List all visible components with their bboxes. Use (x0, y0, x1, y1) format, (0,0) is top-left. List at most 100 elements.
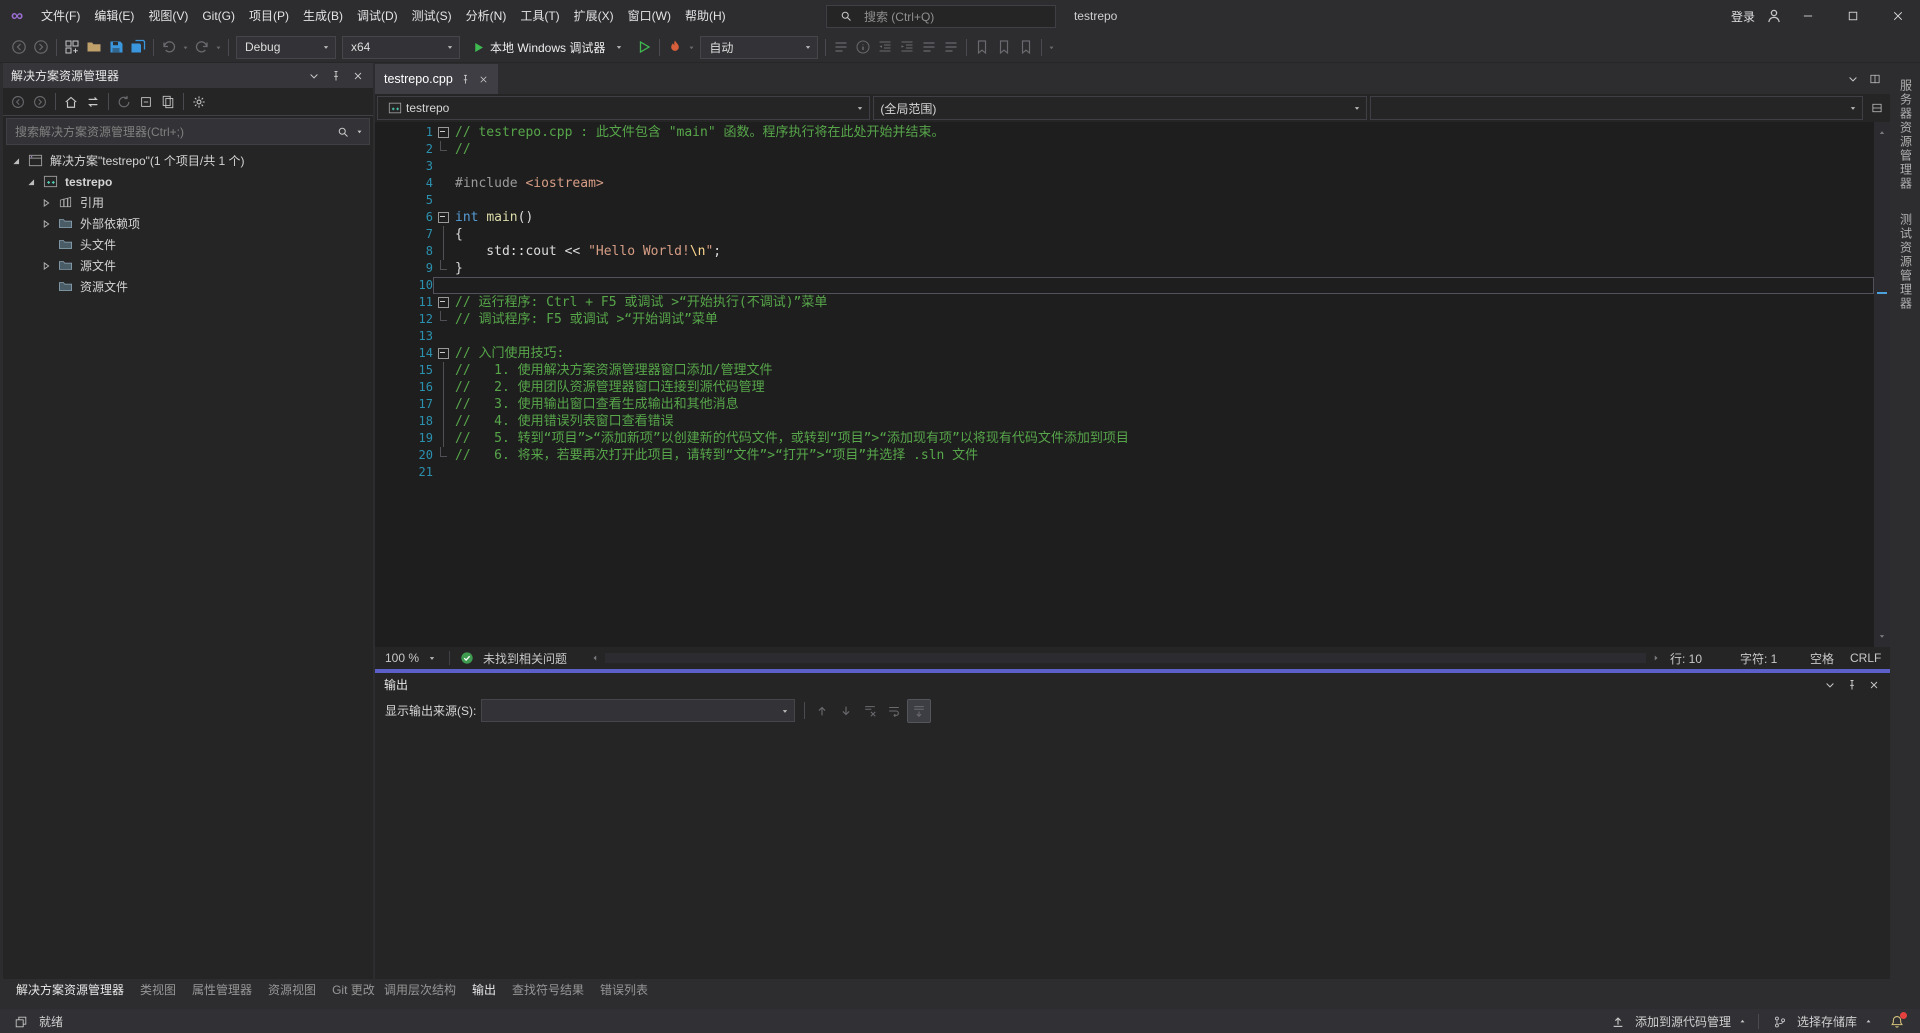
tree-expander-closed-icon[interactable] (37, 216, 54, 232)
goto-next-message-icon[interactable] (835, 700, 857, 722)
tree-expander-closed-icon[interactable] (37, 195, 54, 211)
refresh-icon[interactable] (113, 91, 135, 113)
toolbar-options-icon[interactable] (1046, 36, 1057, 58)
select-repository-button[interactable]: 选择存储库 (1763, 1011, 1880, 1033)
nav-project-select[interactable]: testrepo (377, 96, 870, 120)
code-line-20[interactable]: 20// 6. 将来，若要再次打开此项目，请转到“文件”>“打开”>“项目”并选… (375, 447, 1874, 464)
tree-expander-open-icon[interactable] (22, 174, 39, 190)
hscroll-right-arrow-icon[interactable] (1648, 653, 1664, 663)
window-layout-icon[interactable] (61, 36, 83, 58)
menu-item-10[interactable]: 扩展(X) (567, 0, 621, 32)
window-position-chevron-icon[interactable] (1819, 674, 1841, 696)
undo-icon[interactable] (158, 36, 180, 58)
code-line-9[interactable]: 9} (375, 260, 1874, 277)
save-icon[interactable] (105, 36, 127, 58)
redo-icon[interactable] (191, 36, 213, 58)
home-icon[interactable] (60, 91, 82, 113)
code-line-16[interactable]: 16// 2. 使用团队资源管理器窗口连接到源代码管理 (375, 379, 1874, 396)
code-line-6[interactable]: 6int main() (375, 209, 1874, 226)
code-line-19[interactable]: 19// 5. 转到“项目”>“添加新项”以创建新的代码文件，或转到“项目”>“… (375, 430, 1874, 447)
properties-icon[interactable] (188, 91, 210, 113)
se-forward-icon[interactable] (29, 91, 51, 113)
split-editor-handle-icon[interactable] (1866, 97, 1888, 119)
code-editor[interactable]: 1// testrepo.cpp : 此文件包含 "main" 函数。程序执行将… (375, 122, 1890, 647)
output-source-select[interactable] (481, 699, 795, 722)
side-tab-0[interactable]: 服务器资源管理器 (1898, 79, 1915, 191)
menu-item-8[interactable]: 分析(N) (459, 0, 514, 32)
nav-scope-select[interactable]: (全局范围) (873, 96, 1366, 120)
zoom-select[interactable]: 100 % (379, 651, 443, 665)
spaces-indicator[interactable]: 空格 (1810, 650, 1844, 667)
code-line-1[interactable]: 1// testrepo.cpp : 此文件包含 "main" 函数。程序执行将… (375, 124, 1874, 141)
close-icon[interactable] (478, 68, 489, 90)
menu-item-0[interactable]: 文件(F) (34, 0, 87, 32)
menu-item-9[interactable]: 工具(T) (513, 0, 566, 32)
editor-tab-testrepo-cpp[interactable]: testrepo.cpp (375, 64, 498, 94)
hscroll-left-arrow-icon[interactable] (587, 653, 603, 663)
save-all-icon[interactable] (127, 36, 149, 58)
output-content[interactable] (375, 725, 1890, 979)
comment-selection-icon[interactable] (918, 36, 940, 58)
tree-item-0[interactable]: 解决方案"testrepo"(1 个项目/共 1 个) (3, 150, 373, 171)
editor-layout-icon[interactable] (1864, 68, 1886, 90)
fold-toggle-icon[interactable] (438, 297, 449, 308)
sign-in-button[interactable]: 登录 (1731, 8, 1755, 25)
member-list-icon[interactable] (830, 36, 852, 58)
indent-increase-icon[interactable] (896, 36, 918, 58)
start-debugging-button[interactable]: 本地 Windows 调试器 (465, 36, 631, 58)
code-line-11[interactable]: 11// 运行程序: Ctrl + F5 或调试 >“开始执行(不调试)”菜单 (375, 294, 1874, 311)
add-to-source-control-button[interactable]: 添加到源代码管理 (1601, 1011, 1754, 1033)
open-file-icon[interactable] (83, 36, 105, 58)
solution-configuration-select[interactable]: Debug (236, 36, 336, 59)
menu-item-12[interactable]: 帮助(H) (678, 0, 733, 32)
fold-toggle-icon[interactable] (438, 212, 449, 223)
collapse-all-icon[interactable] (135, 91, 157, 113)
show-all-files-icon[interactable] (157, 91, 179, 113)
undo-options-chevron-icon[interactable] (180, 36, 191, 58)
watch-mode-select[interactable]: 自动 (700, 36, 818, 59)
solution-platform-select[interactable]: x64 (342, 36, 460, 59)
horizontal-scrollbar[interactable] (605, 653, 1646, 663)
left-panel-tab-3[interactable]: 资源视图 (260, 979, 324, 1001)
code-line-14[interactable]: 14// 入门使用技巧: (375, 345, 1874, 362)
bottom-panel-tab-1[interactable]: 输出 (464, 979, 504, 1001)
left-panel-tab-0[interactable]: 解决方案资源管理器 (8, 979, 132, 1001)
window-position-chevron-icon[interactable] (303, 65, 325, 87)
menu-item-2[interactable]: 视图(V) (141, 0, 195, 32)
scroll-up-arrow-icon[interactable] (1877, 122, 1888, 144)
clear-all-icon[interactable] (859, 700, 881, 722)
code-line-8[interactable]: 8 std::cout << "Hello World!\n"; (375, 243, 1874, 260)
menu-item-1[interactable]: 编辑(E) (87, 0, 141, 32)
parameter-info-icon[interactable] (852, 36, 874, 58)
code-line-18[interactable]: 18// 4. 使用错误列表窗口查看错误 (375, 413, 1874, 430)
tree-item-3[interactable]: 外部依赖项 (3, 213, 373, 234)
tree-expander-closed-icon[interactable] (37, 258, 54, 274)
se-back-icon[interactable] (7, 91, 29, 113)
previous-bookmark-icon[interactable] (993, 36, 1015, 58)
word-wrap-icon[interactable] (883, 700, 905, 722)
menu-item-3[interactable]: Git(G) (195, 0, 242, 32)
solution-explorer-search-box[interactable]: 搜索解决方案资源管理器(Ctrl+;) (6, 118, 370, 145)
code-line-21[interactable]: 21 (375, 464, 1874, 481)
maximize-button[interactable] (1830, 0, 1875, 32)
document-health-indicator[interactable]: 未找到相关问题 (456, 647, 567, 669)
quick-search-box[interactable]: 搜索 (Ctrl+Q) (826, 5, 1056, 28)
uncomment-selection-icon[interactable] (940, 36, 962, 58)
code-area[interactable]: 1// testrepo.cpp : 此文件包含 "main" 函数。程序执行将… (375, 122, 1874, 647)
tree-item-5[interactable]: 源文件 (3, 255, 373, 276)
nav-member-select[interactable] (1370, 96, 1863, 120)
tree-item-2[interactable]: 引用 (3, 192, 373, 213)
start-without-debugging-icon[interactable] (633, 36, 655, 58)
close-icon[interactable] (347, 65, 369, 87)
hot-reload-icon[interactable] (664, 36, 686, 58)
bottom-panel-tab-2[interactable]: 查找符号结果 (504, 979, 592, 1001)
hot-reload-options-chevron-icon[interactable] (686, 36, 697, 58)
chevron-down-icon[interactable] (354, 121, 365, 143)
pin-icon[interactable] (325, 65, 347, 87)
background-tasks-icon[interactable] (10, 1011, 32, 1033)
code-line-13[interactable]: 13 (375, 328, 1874, 345)
code-line-15[interactable]: 15// 1. 使用解决方案资源管理器窗口添加/管理文件 (375, 362, 1874, 379)
left-panel-tab-2[interactable]: 属性管理器 (184, 979, 260, 1001)
user-account-icon[interactable] (1763, 5, 1785, 27)
indent-decrease-icon[interactable] (874, 36, 896, 58)
